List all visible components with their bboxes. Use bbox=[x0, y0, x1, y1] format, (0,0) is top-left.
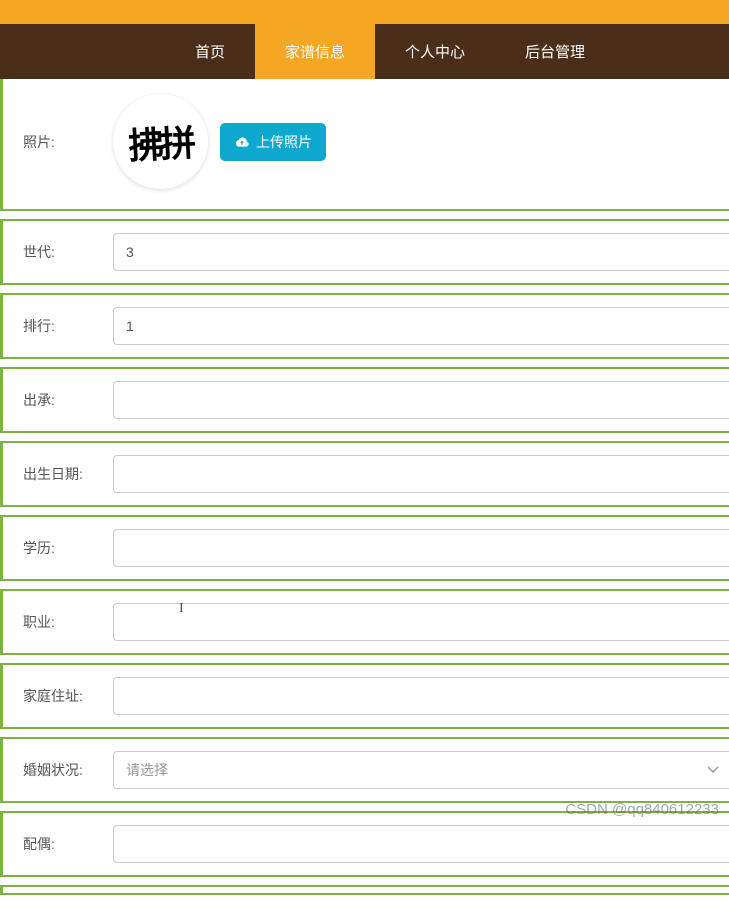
extra-row bbox=[0, 885, 729, 895]
occupation-label: 职业: bbox=[23, 612, 98, 632]
birthdate-row: 出生日期: bbox=[0, 441, 729, 507]
avatar: 拂拼 bbox=[113, 94, 208, 189]
nav-admin[interactable]: 后台管理 bbox=[495, 24, 615, 79]
marriage-select[interactable]: 请选择 bbox=[113, 751, 729, 789]
rank-input[interactable] bbox=[113, 307, 729, 345]
upload-photo-button[interactable]: 上传照片 bbox=[220, 123, 326, 161]
nav-personal-center[interactable]: 个人中心 bbox=[375, 24, 495, 79]
birthdate-label: 出生日期: bbox=[23, 464, 98, 484]
nav-home[interactable]: 首页 bbox=[165, 24, 255, 79]
main-navigation: 首页 家谱信息 个人中心 后台管理 bbox=[0, 24, 729, 79]
generation-input[interactable] bbox=[113, 233, 729, 271]
address-row: 家庭住址: bbox=[0, 663, 729, 729]
spouse-row: 配偶: bbox=[0, 811, 729, 877]
photo-label: 照片: bbox=[23, 132, 98, 152]
generation-label: 世代: bbox=[23, 242, 98, 262]
rank-row: 排行: bbox=[0, 293, 729, 359]
avatar-text: 拂拼 bbox=[127, 114, 194, 169]
chucheng-label: 出承: bbox=[23, 390, 98, 410]
spouse-input[interactable] bbox=[113, 825, 729, 863]
education-label: 学历: bbox=[23, 538, 98, 558]
nav-genealogy[interactable]: 家谱信息 bbox=[255, 24, 375, 79]
cloud-upload-icon bbox=[234, 136, 250, 148]
education-input[interactable] bbox=[113, 529, 729, 567]
chucheng-row: 出承: bbox=[0, 367, 729, 433]
spouse-label: 配偶: bbox=[23, 834, 98, 854]
birthdate-input[interactable] bbox=[113, 455, 729, 493]
address-label: 家庭住址: bbox=[23, 686, 98, 706]
address-input[interactable] bbox=[113, 677, 729, 715]
rank-label: 排行: bbox=[23, 316, 98, 336]
form-container: 照片: 拂拼 上传照片 世代: 排行: 出承: 出生日期: 学历: 职业: bbox=[0, 79, 729, 895]
photo-row: 照片: 拂拼 上传照片 bbox=[0, 79, 729, 211]
top-accent-bar bbox=[0, 0, 729, 24]
occupation-row: 职业: bbox=[0, 589, 729, 655]
education-row: 学历: bbox=[0, 515, 729, 581]
occupation-input[interactable] bbox=[113, 603, 729, 641]
chucheng-input[interactable] bbox=[113, 381, 729, 419]
marriage-row: 婚姻状况: 请选择 bbox=[0, 737, 729, 803]
upload-button-label: 上传照片 bbox=[256, 132, 312, 152]
marriage-label: 婚姻状况: bbox=[23, 760, 98, 780]
generation-row: 世代: bbox=[0, 219, 729, 285]
